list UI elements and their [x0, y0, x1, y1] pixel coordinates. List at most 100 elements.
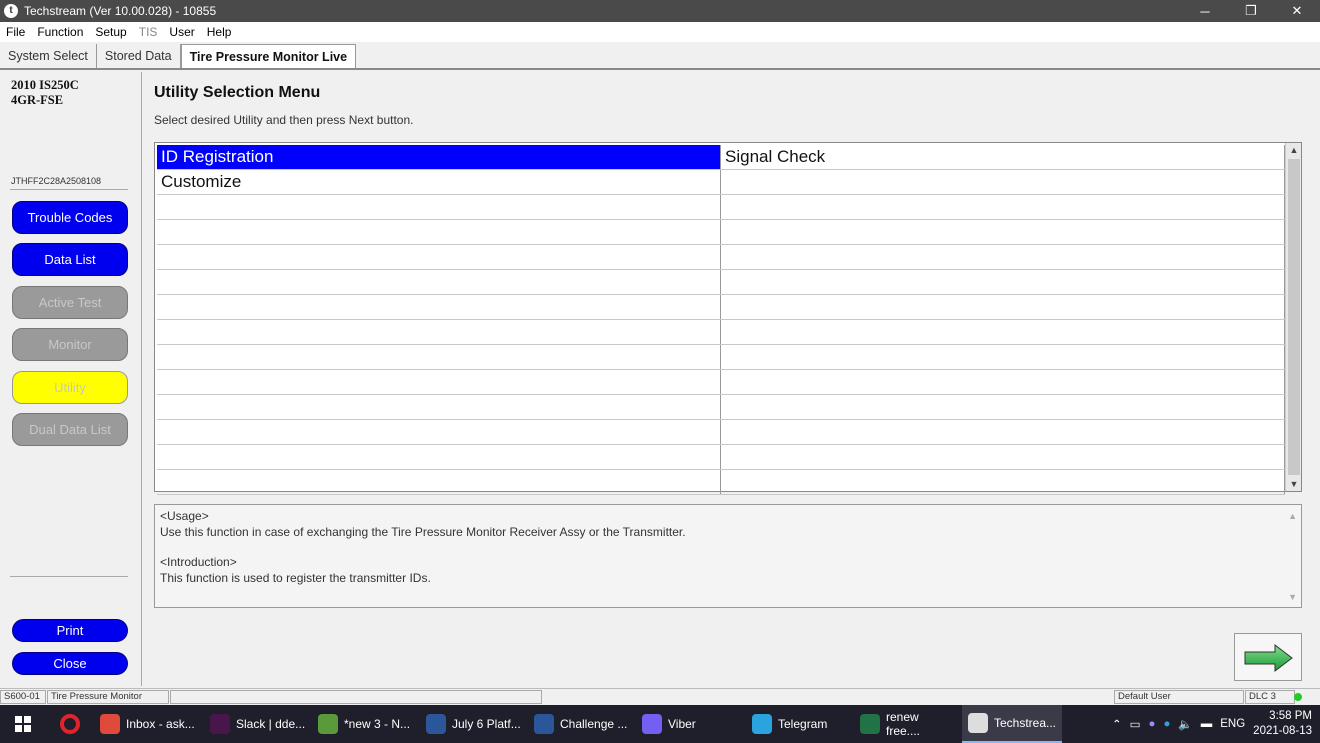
grid-cell-empty[interactable]	[157, 345, 721, 369]
telegram-tray-icon[interactable]: ●	[1163, 718, 1170, 730]
menu-function[interactable]: Function	[31, 25, 89, 39]
volume-icon[interactable]: 🔈	[1178, 717, 1192, 731]
scroll-up-icon[interactable]: ▲	[1286, 143, 1302, 157]
grid-cell-id-registration[interactable]: ID Registration	[157, 145, 721, 169]
close-button[interactable]: Close	[12, 652, 128, 675]
menu-help[interactable]: Help	[201, 25, 238, 39]
menu-file[interactable]: File	[0, 25, 31, 39]
taskbar-app[interactable]: renew free....	[854, 705, 962, 743]
windows-start-icon[interactable]	[0, 705, 46, 743]
taskbar-app[interactable]: Viber	[636, 705, 746, 743]
system-tray: ⌃ ▭ ● ● 🔈 ▬ ENG 3:58 PM 2021-08-13	[1112, 705, 1312, 743]
opera-icon[interactable]	[46, 705, 94, 743]
usage-text: Use this function in case of exchanging …	[160, 524, 686, 539]
page-subtitle: Select desired Utility and then press Ne…	[154, 113, 414, 127]
scroll-thumb[interactable]	[1288, 159, 1300, 475]
chevron-up-icon[interactable]: ⌃	[1112, 717, 1122, 731]
grid-cell-empty[interactable]	[721, 170, 1285, 194]
grid-row	[157, 395, 1285, 420]
taskbar-app[interactable]: Inbox - ask...	[94, 705, 204, 743]
taskbar-app-label: Viber	[668, 717, 696, 731]
grid-cell-signal-check[interactable]: Signal Check	[721, 145, 1285, 169]
menu-setup[interactable]: Setup	[89, 25, 132, 39]
grid-cell-empty[interactable]	[721, 470, 1285, 494]
taskbar-app[interactable]: Telegram	[746, 705, 854, 743]
viber-tray-icon[interactable]: ●	[1149, 718, 1156, 730]
grid-cell-empty[interactable]	[157, 395, 721, 419]
word-icon	[426, 714, 446, 734]
introduction-text: This function is used to register the tr…	[160, 570, 431, 585]
utility-button[interactable]: Utility	[12, 371, 128, 404]
grid-cell-empty[interactable]	[721, 220, 1285, 244]
status-empty	[170, 690, 542, 704]
connection-indicator-icon	[1294, 693, 1302, 701]
tab-stored-data[interactable]: Stored Data	[97, 44, 181, 68]
maximize-button[interactable]: ❐	[1228, 0, 1274, 22]
taskbar-app[interactable]: *new 3 - N...	[312, 705, 420, 743]
grid-cell-empty[interactable]	[157, 445, 721, 469]
grid-row	[157, 445, 1285, 470]
data-list-button[interactable]: Data List	[12, 243, 128, 276]
grid-cell-empty[interactable]	[721, 195, 1285, 219]
grid-cell-empty[interactable]	[157, 295, 721, 319]
scroll-up-icon[interactable]: ▲	[1288, 509, 1297, 525]
grid-cell-empty[interactable]	[157, 370, 721, 394]
tab-system-select[interactable]: System Select	[0, 44, 97, 68]
grid-row	[157, 295, 1285, 320]
taskbar-app[interactable]: Slack | dde...	[204, 705, 312, 743]
grid-cell-empty[interactable]	[157, 320, 721, 344]
grid-cell-empty[interactable]	[157, 220, 721, 244]
clock[interactable]: 3:58 PM 2021-08-13	[1253, 709, 1312, 739]
usage-title: <Usage>	[160, 509, 209, 523]
grid-scrollbar[interactable]: ▲ ▼	[1285, 143, 1301, 491]
print-button[interactable]: Print	[12, 619, 128, 642]
grid-cell-empty[interactable]	[721, 420, 1285, 444]
grid-row: Customize	[157, 170, 1285, 195]
grid-cell-empty[interactable]	[721, 445, 1285, 469]
grid-cell-empty[interactable]	[721, 270, 1285, 294]
taskbar-app-label: Telegram	[778, 717, 828, 731]
close-window-button[interactable]: ✕	[1274, 0, 1320, 22]
word-icon	[534, 714, 554, 734]
taskbar-app[interactable]: Techstrea...	[962, 705, 1062, 743]
grid-row	[157, 370, 1285, 395]
minimize-button[interactable]: ─	[1182, 0, 1228, 22]
active-test-button[interactable]: Active Test	[12, 286, 128, 319]
status-dlc: DLC 3	[1245, 690, 1295, 704]
language-indicator[interactable]: ENG	[1220, 718, 1245, 730]
scroll-down-icon[interactable]: ▼	[1288, 590, 1297, 606]
tab-tire-pressure-monitor-live[interactable]: Tire Pressure Monitor Live	[180, 44, 357, 68]
dual-data-list-button[interactable]: Dual Data List	[12, 413, 128, 446]
grid-cell-empty[interactable]	[157, 420, 721, 444]
utility-grid-body: ID Registration Signal Check Customize	[157, 145, 1285, 495]
menu-tis[interactable]: TIS	[133, 25, 164, 39]
grid-row: ID Registration Signal Check	[157, 145, 1285, 170]
scroll-down-icon[interactable]: ▼	[1286, 477, 1302, 491]
monitor-button[interactable]: Monitor	[12, 328, 128, 361]
grid-cell-empty[interactable]	[721, 345, 1285, 369]
grid-cell-empty[interactable]	[721, 320, 1285, 344]
status-user: Default User	[1114, 690, 1244, 704]
status-bar: S600-01 Tire Pressure Monitor Default Us…	[0, 688, 1320, 705]
grid-cell-empty[interactable]	[157, 245, 721, 269]
grid-cell-customize[interactable]: Customize	[157, 170, 721, 194]
grid-row	[157, 470, 1285, 495]
grid-cell-empty[interactable]	[721, 295, 1285, 319]
sidebar: 2010 IS250C 4GR-FSE JTHFF2C28A2508108 Tr…	[4, 72, 142, 686]
grid-cell-empty[interactable]	[721, 245, 1285, 269]
taskbar-app[interactable]: Challenge ...	[528, 705, 636, 743]
grid-cell-empty[interactable]	[157, 470, 721, 494]
menu-user[interactable]: User	[163, 25, 200, 39]
taskbar-app[interactable]: July 6 Platf...	[420, 705, 528, 743]
network-icon[interactable]: ▭	[1130, 717, 1141, 731]
grid-cell-empty[interactable]	[721, 395, 1285, 419]
taskbar-app-label: Techstrea...	[993, 716, 1056, 730]
grid-cell-empty[interactable]	[157, 195, 721, 219]
battery-icon[interactable]: ▬	[1201, 718, 1213, 730]
vehicle-model: 2010 IS250C	[11, 78, 79, 92]
trouble-codes-button[interactable]: Trouble Codes	[12, 201, 128, 234]
next-button[interactable]	[1234, 633, 1302, 681]
techstream-icon	[968, 713, 988, 733]
grid-cell-empty[interactable]	[721, 370, 1285, 394]
grid-cell-empty[interactable]	[157, 270, 721, 294]
